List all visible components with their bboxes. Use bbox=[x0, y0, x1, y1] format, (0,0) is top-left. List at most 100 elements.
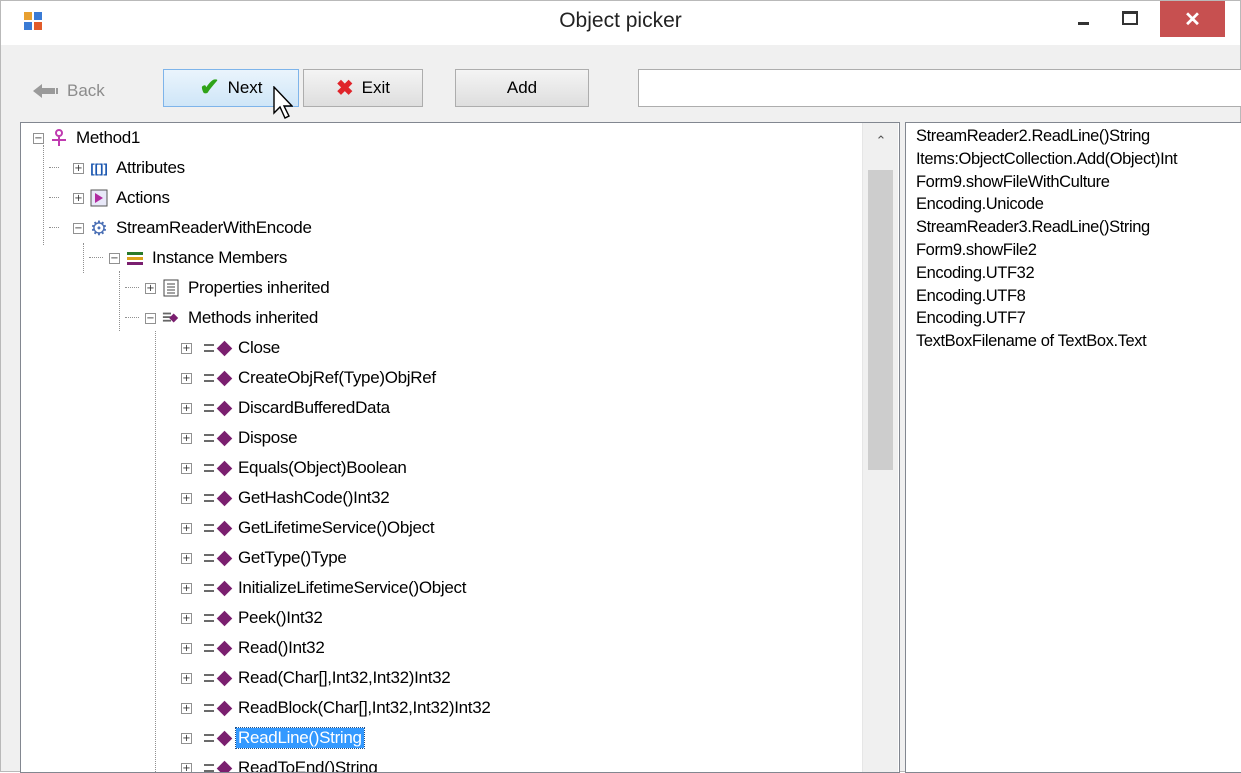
tree-node-attributes[interactable]: + [[]] Attributes bbox=[73, 155, 187, 181]
properties-icon bbox=[162, 279, 180, 297]
tree-node-method[interactable]: + Dispose bbox=[181, 425, 299, 451]
list-item[interactable]: StreamReader2.ReadLine()String bbox=[916, 127, 1150, 146]
node-label: Dispose bbox=[236, 428, 299, 448]
node-label: StreamReaderWithEncode bbox=[114, 218, 314, 238]
collapse-toggle[interactable]: − bbox=[145, 313, 156, 324]
minimize-icon bbox=[1078, 22, 1089, 25]
method-icon bbox=[198, 549, 230, 567]
node-label: Read()Int32 bbox=[236, 638, 326, 658]
node-label: Instance Members bbox=[150, 248, 289, 268]
node-label: Method1 bbox=[74, 128, 142, 148]
list-item[interactable]: Encoding.UTF8 bbox=[916, 287, 1025, 306]
method-icon bbox=[198, 489, 230, 507]
close-button[interactable]: ✕ bbox=[1160, 1, 1225, 37]
methods-icon bbox=[162, 309, 180, 327]
window-title: Object picker bbox=[1, 9, 1240, 33]
expand-toggle[interactable]: + bbox=[181, 613, 192, 624]
expand-toggle[interactable]: + bbox=[181, 703, 192, 714]
object-tree[interactable]: − Method1 + [[]] Attributes + Actions − … bbox=[20, 122, 900, 773]
tree-node-method[interactable]: + GetLifetimeService()Object bbox=[181, 515, 436, 541]
expand-toggle[interactable]: + bbox=[181, 523, 192, 534]
node-label: GetType()Type bbox=[236, 548, 349, 568]
path-input[interactable] bbox=[638, 69, 1241, 107]
expand-toggle[interactable]: + bbox=[181, 493, 192, 504]
tree-node-instance-members[interactable]: − Instance Members bbox=[109, 245, 289, 271]
tree-node-method[interactable]: + GetHashCode()Int32 bbox=[181, 485, 391, 511]
expand-toggle[interactable]: + bbox=[181, 463, 192, 474]
node-label: Peek()Int32 bbox=[236, 608, 325, 628]
expand-toggle[interactable]: + bbox=[181, 433, 192, 444]
collapse-toggle[interactable]: − bbox=[73, 223, 84, 234]
method-icon bbox=[198, 699, 230, 717]
expand-toggle[interactable]: + bbox=[181, 553, 192, 564]
tree-node-method[interactable]: + ReadLine()String bbox=[181, 725, 364, 751]
list-item[interactable]: Encoding.Unicode bbox=[916, 195, 1044, 214]
expand-toggle[interactable]: + bbox=[181, 643, 192, 654]
tree-node-method[interactable]: +ReadBlock(Char[],Int32,Int32)Int32 bbox=[181, 695, 493, 721]
exit-x-icon: ✖ bbox=[336, 76, 354, 101]
collapse-toggle[interactable]: − bbox=[109, 253, 120, 264]
back-label: Back bbox=[67, 81, 105, 101]
tree-node-method[interactable]: + ReadToEnd()String bbox=[181, 755, 379, 773]
method-icon bbox=[198, 369, 230, 387]
tree-node-streamreader[interactable]: − ⚙ StreamReaderWithEncode bbox=[73, 215, 314, 241]
tree-node-method[interactable]: + Read()Int32 bbox=[181, 635, 326, 661]
expand-toggle[interactable]: + bbox=[145, 283, 156, 294]
tree-node-method[interactable]: + GetType()Type bbox=[181, 545, 349, 571]
node-label: DiscardBufferedData bbox=[236, 398, 392, 418]
list-item[interactable]: Form9.showFileWithCulture bbox=[916, 173, 1110, 192]
exit-button[interactable]: ✖ Exit bbox=[303, 69, 423, 107]
node-label: GetLifetimeService()Object bbox=[236, 518, 436, 538]
expand-toggle[interactable]: + bbox=[181, 403, 192, 414]
tree-node-method[interactable]: + DiscardBufferedData bbox=[181, 395, 392, 421]
mouse-cursor-icon bbox=[273, 86, 293, 122]
object-picker-window: Object picker ✕ Back ✔ Next ✖ Exit Add bbox=[0, 0, 1241, 772]
node-label: GetHashCode()Int32 bbox=[236, 488, 391, 508]
list-item[interactable]: Items:ObjectCollection.Add(Object)Int bbox=[916, 150, 1177, 169]
tree-node-methods-inherited[interactable]: − Methods inherited bbox=[145, 305, 320, 331]
node-label: Properties inherited bbox=[186, 278, 331, 298]
tree-node-method[interactable]: + Peek()Int32 bbox=[181, 605, 325, 631]
scroll-thumb[interactable] bbox=[868, 170, 893, 470]
list-item[interactable]: Form9.showFile2 bbox=[916, 241, 1037, 260]
attributes-icon: [[]] bbox=[90, 159, 108, 177]
selection-list[interactable]: StreamReader2.ReadLine()String Items:Obje… bbox=[905, 122, 1241, 773]
node-label: CreateObjRef(Type)ObjRef bbox=[236, 368, 438, 388]
list-item[interactable]: StreamReader3.ReadLine()String bbox=[916, 218, 1150, 237]
node-label: ReadLine()String bbox=[236, 728, 364, 748]
expand-toggle[interactable]: + bbox=[181, 733, 192, 744]
tree-node-method[interactable]: + Equals(Object)Boolean bbox=[181, 455, 409, 481]
expand-toggle[interactable]: + bbox=[181, 673, 192, 684]
method-icon bbox=[198, 519, 230, 537]
expand-toggle[interactable]: + bbox=[181, 763, 192, 773]
add-button[interactable]: Add bbox=[455, 69, 589, 107]
expand-toggle[interactable]: + bbox=[73, 193, 84, 204]
minimize-button[interactable] bbox=[1064, 1, 1102, 35]
expand-toggle[interactable]: + bbox=[181, 373, 192, 384]
list-item[interactable]: Encoding.UTF32 bbox=[916, 264, 1034, 283]
node-label: InitializeLifetimeService()Object bbox=[236, 578, 468, 598]
list-item[interactable]: TextBoxFilename of TextBox.Text bbox=[916, 332, 1146, 351]
tree-node-method[interactable]: +Read(Char[],Int32,Int32)Int32 bbox=[181, 665, 452, 691]
expand-toggle[interactable]: + bbox=[73, 163, 84, 174]
checkmark-icon: ✔ bbox=[199, 76, 219, 100]
maximize-button[interactable] bbox=[1105, 1, 1155, 35]
tree-node-actions[interactable]: + Actions bbox=[73, 185, 172, 211]
method-icon bbox=[198, 759, 230, 773]
list-item[interactable]: Encoding.UTF7 bbox=[916, 309, 1025, 328]
tree-node-method[interactable]: + InitializeLifetimeService()Object bbox=[181, 575, 468, 601]
collapse-toggle[interactable]: − bbox=[33, 133, 44, 144]
tree-node-method[interactable]: +Close bbox=[181, 335, 282, 361]
node-label: ReadToEnd()String bbox=[236, 758, 379, 773]
tree-node-method1[interactable]: − Method1 bbox=[33, 125, 142, 151]
back-button[interactable]: Back bbox=[21, 72, 133, 110]
node-label: Attributes bbox=[114, 158, 187, 178]
tree-node-method[interactable]: + CreateObjRef(Type)ObjRef bbox=[181, 365, 438, 391]
title-bar: Object picker ✕ bbox=[1, 1, 1240, 45]
tree-scrollbar[interactable]: ⌃ bbox=[862, 123, 898, 773]
expand-toggle[interactable]: + bbox=[181, 583, 192, 594]
expand-toggle[interactable]: + bbox=[181, 343, 192, 354]
node-label: Equals(Object)Boolean bbox=[236, 458, 409, 478]
tree-node-properties-inherited[interactable]: + Properties inherited bbox=[145, 275, 331, 301]
scroll-up-icon[interactable]: ⌃ bbox=[863, 123, 899, 159]
